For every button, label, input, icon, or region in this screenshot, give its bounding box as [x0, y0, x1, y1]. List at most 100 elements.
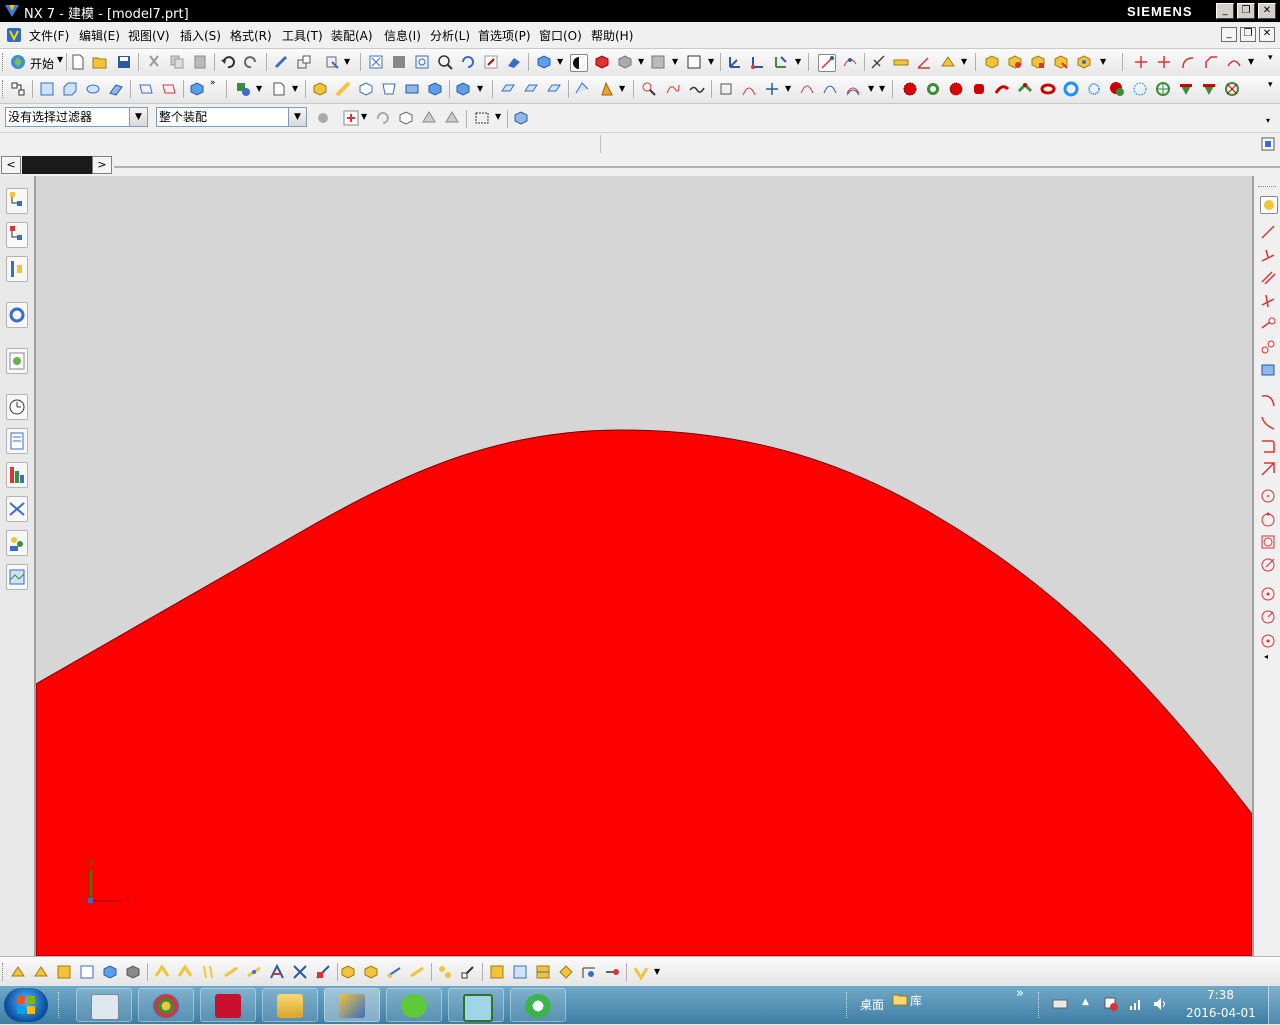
- small-gear-icon[interactable]: [1086, 81, 1102, 97]
- select-face-icon[interactable]: [421, 110, 437, 126]
- volume-icon[interactable]: [1152, 996, 1168, 1012]
- roles-icon[interactable]: [6, 530, 28, 556]
- funnel-icon[interactable]: [1201, 81, 1217, 97]
- menu-view[interactable]: 视图(V): [128, 27, 170, 44]
- process-studio-icon[interactable]: [6, 462, 28, 488]
- bearing-icon[interactable]: [1017, 81, 1033, 97]
- component-array-icon[interactable]: [363, 964, 379, 980]
- sketch-icon[interactable]: [39, 81, 55, 97]
- wheel-icon[interactable]: [1224, 81, 1240, 97]
- mdi-restore-button[interactable]: ❐: [1240, 27, 1256, 42]
- part-navigator-icon[interactable]: [10, 81, 26, 97]
- clock-date[interactable]: 2016-04-01: [1186, 1006, 1256, 1020]
- copy-icon[interactable]: [169, 54, 185, 70]
- point-set-icon[interactable]: [177, 964, 193, 980]
- bridge-curve-icon[interactable]: [799, 81, 815, 97]
- cam-icon[interactable]: [1109, 81, 1125, 97]
- toolbar-grip[interactable]: [1258, 186, 1276, 188]
- menu-insert[interactable]: 插入(S): [180, 27, 221, 44]
- desktop-toolbar-label[interactable]: 桌面: [860, 996, 884, 1013]
- app-menu-icon[interactable]: [6, 27, 22, 43]
- fit-view-icon[interactable]: [368, 54, 384, 70]
- active-document-tab[interactable]: [22, 156, 92, 174]
- curve-offset-icon[interactable]: [1226, 54, 1242, 70]
- assembly-move-icon[interactable]: [1053, 54, 1069, 70]
- datum-axis-icon[interactable]: [161, 81, 177, 97]
- menu-analysis[interactable]: 分析(L): [430, 27, 470, 44]
- deviation-icon[interactable]: [641, 81, 657, 97]
- feature-overflow-icon[interactable]: »: [210, 78, 216, 88]
- offset-dropdown-icon[interactable]: ▼: [868, 84, 874, 93]
- show-hidden-icons-icon[interactable]: ▲: [1082, 997, 1089, 1007]
- zoom-icon[interactable]: [414, 54, 430, 70]
- white-background-icon[interactable]: [686, 54, 702, 70]
- view-triad-icon[interactable]: [633, 964, 649, 980]
- undo-icon[interactable]: [220, 54, 236, 70]
- taskbar-paint[interactable]: [138, 988, 194, 1022]
- toolbar-grip[interactable]: [2, 53, 6, 71]
- worm-gear-icon[interactable]: [1132, 81, 1148, 97]
- cut-icon[interactable]: [146, 54, 162, 70]
- wcs-icon[interactable]: [727, 54, 743, 70]
- measure-dropdown-icon[interactable]: ▼: [961, 57, 967, 66]
- corner-arc-icon[interactable]: [1260, 438, 1276, 454]
- render-dropdown-icon[interactable]: ▼: [638, 57, 644, 66]
- curve-dropdown-icon[interactable]: ▼: [1248, 57, 1254, 66]
- assembly-touch-icon[interactable]: [33, 964, 49, 980]
- type-filter-select[interactable]: 没有选择过滤器 ▼: [5, 107, 148, 127]
- curve-trim-icon[interactable]: [1133, 54, 1149, 70]
- snap-point-icon[interactable]: [818, 54, 836, 72]
- keyboard-icon[interactable]: [1052, 998, 1068, 1010]
- studio-surface-icon[interactable]: [546, 81, 562, 97]
- toolbar-chevron-icon[interactable]: »: [1016, 986, 1024, 1001]
- mdi-minimize-button[interactable]: _: [1221, 27, 1237, 42]
- taskbar-nx[interactable]: [324, 988, 380, 1022]
- wcs-dropdown-icon[interactable]: ▼: [795, 57, 801, 66]
- assembly-distance-icon[interactable]: [79, 964, 95, 980]
- bottom-dropdown-icon[interactable]: ▼: [654, 967, 660, 976]
- taskbar-grip[interactable]: [1038, 992, 1043, 1018]
- trim-dropdown-icon[interactable]: ▼: [292, 84, 298, 93]
- circle-three-point-icon[interactable]: [1260, 512, 1276, 528]
- arc-center-icon[interactable]: [1260, 586, 1276, 602]
- select-object-icon[interactable]: [296, 54, 312, 70]
- chevron-down-icon[interactable]: ▼: [129, 108, 147, 126]
- taskbar-grip[interactable]: [58, 992, 63, 1018]
- network-warning-icon[interactable]: [1103, 996, 1119, 1012]
- repeat-command-icon[interactable]: [273, 54, 289, 70]
- more-dropdown-icon[interactable]: ▼: [879, 84, 885, 93]
- select-undo-icon[interactable]: [374, 110, 390, 126]
- line-icon[interactable]: [1260, 224, 1276, 240]
- cylinder-icon[interactable]: [971, 81, 987, 97]
- rotate-icon[interactable]: [460, 54, 476, 70]
- snap-dropdown-icon[interactable]: ▼: [361, 112, 367, 121]
- block-icon[interactable]: [189, 81, 205, 97]
- measure-distance-icon[interactable]: [870, 54, 886, 70]
- taskbar-sync[interactable]: [510, 988, 566, 1022]
- fillet-arc-icon[interactable]: [1260, 415, 1276, 431]
- mirror-dropdown-icon[interactable]: ▼: [477, 84, 483, 93]
- arc-curve-icon[interactable]: [1260, 392, 1276, 408]
- perpendicular-icon[interactable]: [1260, 293, 1276, 309]
- paste-icon[interactable]: [192, 54, 208, 70]
- pan-icon[interactable]: [483, 54, 499, 70]
- menu-information[interactable]: 信息(I): [384, 27, 421, 44]
- background-icon[interactable]: [650, 54, 666, 70]
- white-bg-dropdown-icon[interactable]: ▼: [708, 57, 714, 66]
- close-button[interactable]: ✕: [1258, 3, 1276, 19]
- tab-next-button[interactable]: >: [92, 156, 112, 174]
- through-curves-icon[interactable]: [500, 81, 516, 97]
- point-construct-icon[interactable]: [154, 964, 170, 980]
- draft-icon[interactable]: [381, 81, 397, 97]
- assembly-constraint-icon[interactable]: [10, 964, 26, 980]
- taskbar-acrobat[interactable]: [200, 988, 256, 1022]
- menu-format[interactable]: 格式(R): [230, 27, 272, 44]
- circle-tangent-line-icon[interactable]: [1260, 557, 1276, 573]
- orient-dropdown-icon[interactable]: ▼: [557, 57, 563, 66]
- boolean-dropdown-icon[interactable]: ▼: [256, 84, 262, 93]
- ring-icon[interactable]: [925, 81, 941, 97]
- csys-construct-icon[interactable]: [246, 964, 262, 980]
- surface-dropdown-icon[interactable]: ▼: [619, 84, 625, 93]
- plane-construct-icon[interactable]: [200, 964, 216, 980]
- open-file-icon[interactable]: [92, 54, 108, 70]
